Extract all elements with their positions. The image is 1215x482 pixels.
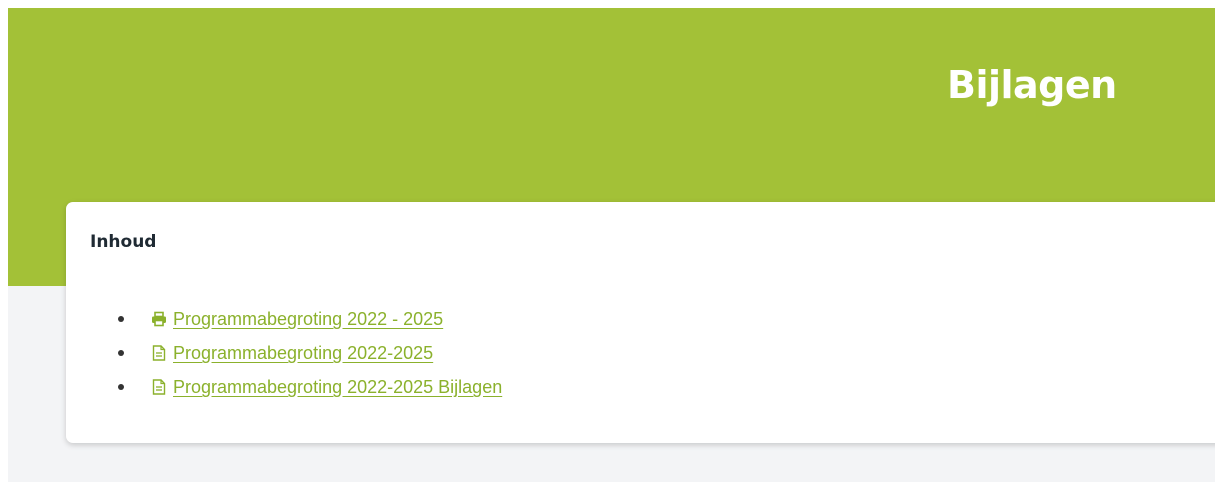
printer-icon xyxy=(151,311,167,327)
document-icon xyxy=(151,379,167,395)
bullet xyxy=(118,316,124,322)
list-item: Programmabegroting 2022-2025 Bijlagen xyxy=(114,370,502,404)
list-item: Programmabegroting 2022 - 2025 xyxy=(114,302,502,336)
bullet xyxy=(118,384,124,390)
toc-title: Inhoud xyxy=(90,232,157,252)
page-title: Bijlagen xyxy=(947,63,1117,107)
bullet xyxy=(118,350,124,356)
list-item: Programmabegroting 2022-2025 xyxy=(114,336,502,370)
document-icon xyxy=(151,345,167,361)
toc-link-print[interactable]: Programmabegroting 2022 - 2025 xyxy=(151,302,443,336)
table-of-contents-card: Inhoud Programmabegroting 2022 - 2025 Pr… xyxy=(66,202,1215,443)
toc-list: Programmabegroting 2022 - 2025 Programma xyxy=(114,309,502,404)
toc-link-document-attachments[interactable]: Programmabegroting 2022-2025 Bijlagen xyxy=(151,370,502,404)
toc-link-label: Programmabegroting 2022-2025 Bijlagen xyxy=(173,377,503,397)
toc-link-document[interactable]: Programmabegroting 2022-2025 xyxy=(151,336,433,370)
toc-link-label: Programmabegroting 2022 - 2025 xyxy=(173,309,444,329)
page: Bijlagen Inhoud Programmabegroting 2022 … xyxy=(0,0,1215,482)
toc-link-label: Programmabegroting 2022-2025 xyxy=(173,343,434,363)
